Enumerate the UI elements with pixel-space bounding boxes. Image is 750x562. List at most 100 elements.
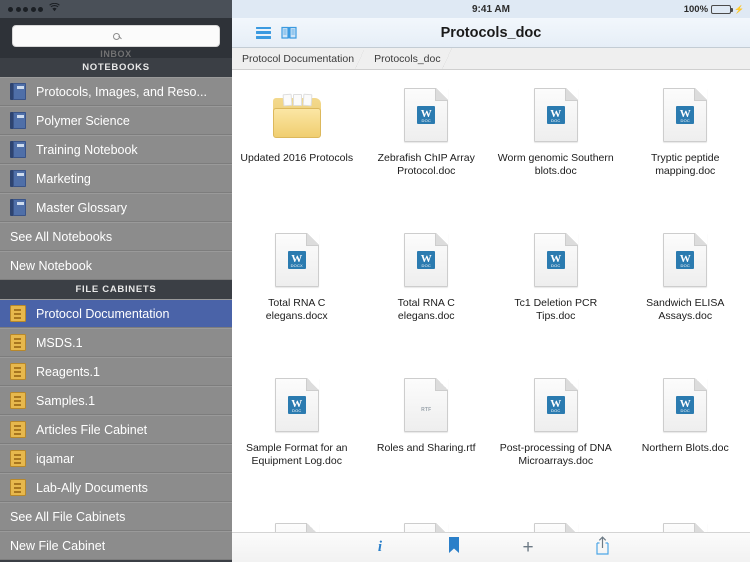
info-button[interactable]: i bbox=[367, 537, 393, 559]
file-item-doc[interactable]: W DOC Post-processing of DNA Microarrays.… bbox=[491, 368, 621, 513]
sidebar-item-polymer-science[interactable]: Polymer Science bbox=[0, 106, 232, 135]
doc-file-icon: WDOC bbox=[402, 233, 450, 291]
sidebar-item-label: Marketing bbox=[36, 171, 91, 186]
notebook-icon bbox=[10, 170, 26, 187]
bottom-toolbar: i + bbox=[232, 532, 750, 562]
doc-file-icon: WDOC bbox=[532, 523, 580, 532]
file-item-doc[interactable]: WDOC bbox=[621, 513, 750, 532]
battery-full-icon bbox=[711, 4, 734, 14]
sidebar-item-master-glossary[interactable]: Master Glossary bbox=[0, 193, 232, 222]
doc-file-icon: WDOC bbox=[661, 523, 709, 532]
sidebar-item-training-notebook[interactable]: Training Notebook bbox=[0, 135, 232, 164]
sidebar-item-lab-ally-documents[interactable]: Lab-Ally Documents bbox=[0, 473, 232, 502]
file-ext-label: DOC bbox=[551, 263, 561, 268]
file-item-doc[interactable]: W DOC Sandwich ELISA Assays.doc bbox=[621, 223, 750, 368]
file-name: Updated 2016 Protocols bbox=[240, 152, 354, 164]
sidebar-item-protocols-images[interactable]: Protocols, Images, and Reso... bbox=[0, 77, 232, 106]
signal-strength-icon bbox=[8, 6, 43, 12]
file-item-doc[interactable]: W DOCX Total RNA C elegans.docx bbox=[232, 223, 362, 368]
sidebar-item-label: New Notebook bbox=[10, 258, 92, 273]
file-name: Total RNA C elegans.docx bbox=[265, 297, 328, 322]
sidebar-item-protocol-documentation[interactable]: Protocol Documentation bbox=[0, 299, 232, 328]
doc-file-icon: WDOC bbox=[532, 378, 580, 436]
app-window: INBOX NOTEBOOKS Protocols, Images, and R… bbox=[0, 0, 750, 562]
hamburger-menu-icon[interactable] bbox=[256, 26, 271, 39]
file-name: Tc1 Deletion PCR Tips.doc bbox=[514, 297, 598, 322]
file-row: WDOC WDOC WDOC bbox=[232, 513, 750, 532]
file-item-doc[interactable]: WDOC bbox=[491, 513, 621, 532]
file-name: Northern Blots.doc bbox=[641, 442, 729, 454]
sidebar-item-samples-1[interactable]: Samples.1 bbox=[0, 386, 232, 415]
share-icon bbox=[595, 535, 610, 560]
wifi-icon bbox=[49, 2, 60, 15]
file-item-doc[interactable]: W DOC Tryptic peptide mapping.doc bbox=[621, 78, 750, 223]
sidebar-item-label: See All Notebooks bbox=[10, 229, 113, 244]
breadcrumb-item-protocol-documentation[interactable]: Protocol Documentation bbox=[232, 48, 366, 69]
sidebar: INBOX NOTEBOOKS Protocols, Images, and R… bbox=[0, 0, 232, 562]
sidebar-item-label: iqamar bbox=[36, 451, 75, 466]
file-item-doc[interactable]: W DOC Total RNA C elegans.doc bbox=[362, 223, 492, 368]
search-icon bbox=[112, 32, 120, 40]
sidebar-section-file-cabinets: FILE CABINETS bbox=[0, 280, 232, 299]
doc-file-icon: WDOC bbox=[532, 233, 580, 291]
notebook-icon bbox=[10, 83, 26, 100]
file-item-doc[interactable]: W DOC Sample Format for an Equipment Log.… bbox=[232, 368, 362, 513]
doc-file-icon: WDOC bbox=[661, 88, 709, 146]
open-book-icon[interactable] bbox=[281, 26, 297, 39]
file-cabinet-icon bbox=[10, 479, 26, 496]
file-item-rtf[interactable]: RTF Roles and Sharing.rtf bbox=[362, 368, 492, 513]
file-ext-label: DOC bbox=[292, 408, 302, 413]
sidebar-item-see-all-file-cabinets[interactable]: See All File Cabinets bbox=[0, 502, 232, 531]
sidebar-item-label: Protocol Documentation bbox=[36, 306, 170, 321]
file-item-doc[interactable]: W DOC Tc1 Deletion PCR Tips.doc bbox=[491, 223, 621, 368]
file-row: W DOCX Total RNA C elegans.docx W DOC Tota… bbox=[232, 223, 750, 368]
doc-file-icon: WDOC bbox=[402, 523, 450, 532]
share-button[interactable] bbox=[589, 535, 615, 560]
breadcrumb-label: Protocols_doc bbox=[374, 52, 441, 65]
sidebar-item-label: Training Notebook bbox=[36, 142, 138, 157]
doc-file-icon: WDOC bbox=[402, 88, 450, 146]
main-panel: 9:41 AM 100% ⚡ Protocols_doc Protocol Do… bbox=[232, 0, 750, 562]
sidebar-item-marketing[interactable]: Marketing bbox=[0, 164, 232, 193]
file-grid[interactable]: Updated 2016 Protocols W DOC Zebrafish Ch… bbox=[232, 70, 750, 532]
sidebar-item-iqamar[interactable]: iqamar bbox=[0, 444, 232, 473]
file-name: Tryptic peptide mapping.doc bbox=[651, 152, 720, 177]
sidebar-item-new-notebook[interactable]: New Notebook bbox=[0, 251, 232, 280]
file-name: Worm genomic Southern blots.doc bbox=[497, 152, 614, 177]
rtf-file-icon: RTF bbox=[402, 378, 450, 436]
notebook-icon bbox=[10, 199, 26, 216]
file-cabinet-icon bbox=[10, 334, 26, 351]
sidebar-item-reagents-1[interactable]: Reagents.1 bbox=[0, 357, 232, 386]
file-cabinet-icon bbox=[10, 392, 26, 409]
file-ext-label: DOC bbox=[680, 263, 690, 268]
file-ext-label: RTF bbox=[421, 407, 432, 413]
bookmark-button[interactable] bbox=[441, 537, 467, 559]
add-button[interactable]: + bbox=[515, 537, 541, 559]
battery-status: 100% ⚡ bbox=[684, 0, 744, 18]
battery-percent-label: 100% bbox=[683, 3, 709, 15]
sidebar-item-label: Polymer Science bbox=[36, 113, 130, 128]
file-ext-label: DOC bbox=[551, 118, 561, 123]
sidebar-item-new-file-cabinet[interactable]: New File Cabinet bbox=[0, 531, 232, 560]
info-icon: i bbox=[377, 539, 383, 555]
file-item-doc[interactable]: W DOC Northern Blots.doc bbox=[621, 368, 750, 513]
status-time: 9:41 AM bbox=[472, 3, 510, 15]
doc-file-icon: WDOC bbox=[661, 233, 709, 291]
file-item-doc[interactable]: WDOC bbox=[232, 513, 362, 532]
sidebar-search-area: INBOX bbox=[0, 18, 232, 59]
breadcrumb-item-protocols-doc[interactable]: Protocols_doc bbox=[364, 48, 452, 69]
sidebar-item-label: Articles File Cabinet bbox=[36, 422, 148, 437]
sidebar-item-label: Samples.1 bbox=[36, 393, 96, 408]
file-item-folder[interactable]: Updated 2016 Protocols bbox=[232, 78, 362, 223]
file-item-doc[interactable]: W DOC Zebrafish ChIP Array Protocol.doc bbox=[362, 78, 492, 223]
file-item-doc[interactable]: W DOC Worm genomic Southern blots.doc bbox=[491, 78, 621, 223]
file-name: Zebrafish ChIP Array Protocol.doc bbox=[377, 152, 475, 177]
sidebar-section-notebooks: NOTEBOOKS bbox=[0, 58, 232, 77]
file-ext-label: DOC bbox=[421, 263, 431, 268]
sidebar-item-msds-1[interactable]: MSDS.1 bbox=[0, 328, 232, 357]
sidebar-item-see-all-notebooks[interactable]: See All Notebooks bbox=[0, 222, 232, 251]
file-ext-label: DOC bbox=[680, 408, 690, 413]
search-input[interactable] bbox=[12, 25, 220, 47]
file-item-doc[interactable]: WDOC bbox=[362, 513, 492, 532]
sidebar-item-articles-file-cabinet[interactable]: Articles File Cabinet bbox=[0, 415, 232, 444]
